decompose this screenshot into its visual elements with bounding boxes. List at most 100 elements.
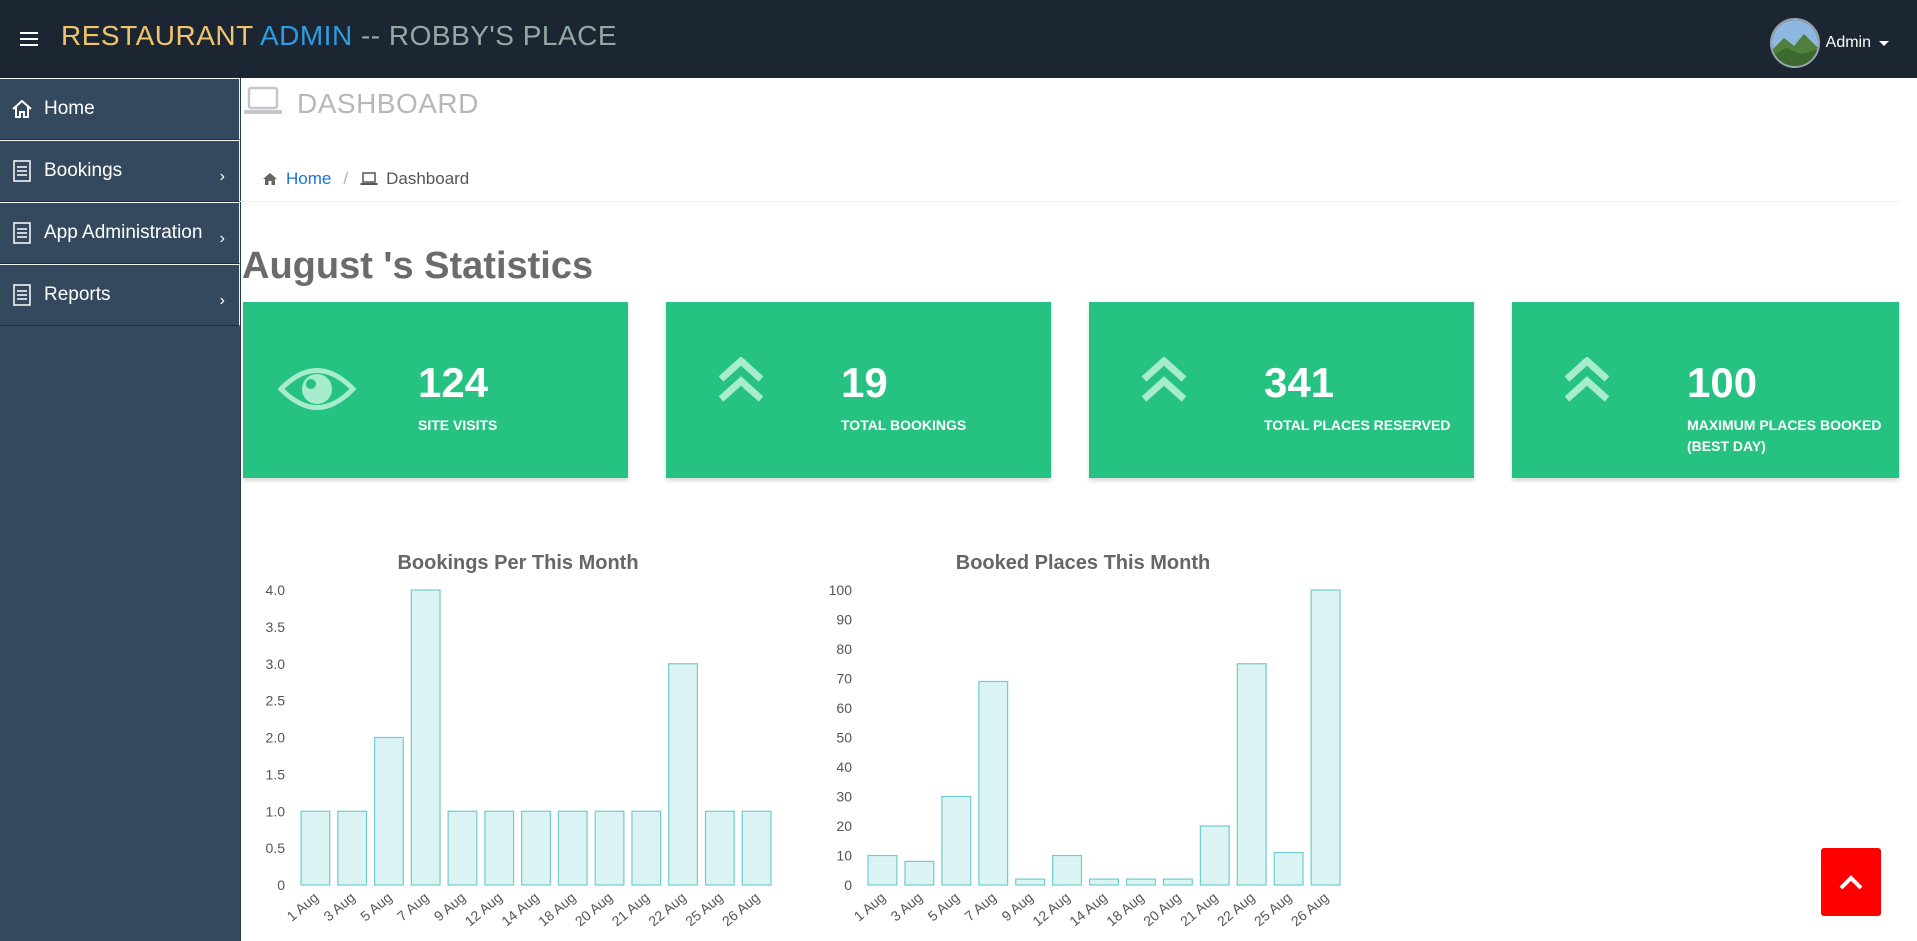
x-tick-label: 20 Aug [572, 889, 616, 929]
sidebar-item-label: App Administration [44, 222, 203, 243]
chart-bar[interactable] [300, 810, 331, 886]
y-tick-label: 0 [844, 877, 852, 893]
y-tick-label: 1.5 [266, 766, 286, 782]
x-tick-label: 26 Aug [719, 889, 763, 929]
breadcrumb-current: Dashboard [360, 169, 469, 189]
chart-bar[interactable] [1236, 663, 1267, 886]
sidebar-item-bookings[interactable]: Bookings › [0, 140, 240, 202]
sidebar-item-label: Home [44, 98, 95, 119]
double-chevron-up-icon [1141, 356, 1187, 408]
list-icon [10, 283, 34, 307]
x-tick-label: 20 Aug [1140, 889, 1184, 929]
chart-bar[interactable] [631, 810, 662, 886]
chart-bar[interactable] [410, 589, 441, 886]
double-chevron-up-icon [1564, 356, 1610, 408]
chart-bar[interactable] [867, 854, 898, 886]
laptop-icon [360, 172, 378, 186]
y-tick-label: 3.5 [266, 619, 286, 635]
sidebar-item-home[interactable]: Home [0, 78, 240, 140]
chart-bar[interactable] [904, 860, 935, 886]
chart-bar[interactable] [1310, 589, 1341, 886]
stat-card-total-bookings: 19 TOTAL BOOKINGS [666, 302, 1051, 478]
top-navbar: RESTAURANT ADMIN -- ROBBY'S PLACE Admin [0, 0, 1917, 78]
chart-bar[interactable] [978, 680, 1009, 886]
y-tick-label: 100 [829, 582, 853, 598]
chevron-right-icon: › [219, 292, 225, 309]
x-tick-label: 1 Aug [284, 889, 322, 924]
stat-card-max-places: 100 MAXIMUM PLACES BOOKED (BEST DAY) [1512, 302, 1899, 478]
y-tick-label: 60 [836, 700, 852, 716]
x-tick-label: 14 Aug [498, 889, 542, 929]
y-tick-label: 0.5 [266, 840, 286, 856]
chevron-right-icon: › [219, 230, 225, 247]
eye-icon [277, 362, 357, 421]
chart-title: Booked Places This Month [956, 552, 1210, 574]
chart-bar[interactable] [1015, 878, 1046, 886]
breadcrumb-current-label: Dashboard [386, 169, 470, 188]
chart-bar[interactable] [594, 810, 625, 886]
chevron-down-icon [1879, 40, 1889, 46]
y-tick-label: 4.0 [266, 582, 286, 598]
stat-value: 124 [418, 359, 489, 406]
chart-title: Bookings Per This Month [397, 552, 638, 574]
x-tick-label: 12 Aug [1029, 889, 1073, 929]
bookings-chart: Bookings Per This Month 0 0.5 1.0 1.5 2.0 2.5 3… [266, 552, 772, 929]
chart-bar[interactable] [704, 810, 735, 886]
brand-part-restaurant: RESTAURANT [61, 20, 254, 51]
sidebar-item-reports[interactable]: Reports › [0, 264, 240, 326]
y-tick-label: 3.0 [266, 656, 286, 672]
chart-bar[interactable] [1162, 878, 1193, 886]
brand-title[interactable]: RESTAURANT ADMIN -- ROBBY'S PLACE [61, 20, 617, 52]
stat-label: TOTAL BOOKINGS [841, 417, 967, 433]
y-tick-label: 80 [836, 641, 852, 657]
x-tick-label: 21 Aug [1177, 889, 1221, 929]
avatar [1769, 18, 1820, 68]
sidebar-item-app-administration[interactable]: App Administration › [0, 202, 240, 264]
chart-bar[interactable] [741, 810, 772, 886]
stat-card-site-visits: 124 SITE VISITS [243, 302, 628, 478]
sidebar-item-label: Reports [44, 284, 111, 305]
y-tick-label: 20 [836, 818, 852, 834]
breadcrumb-home[interactable]: Home [262, 169, 331, 189]
breadcrumb-home-label: Home [286, 169, 332, 188]
y-tick-label: 30 [836, 789, 852, 805]
chart-bar[interactable] [1089, 878, 1120, 886]
x-tick-label: 7 Aug [961, 889, 999, 924]
x-tick-label: 5 Aug [925, 889, 963, 924]
chart-bar[interactable] [941, 795, 972, 886]
chart-bar[interactable] [484, 810, 515, 886]
x-tick-label: 25 Aug [1251, 889, 1295, 929]
x-tick-label: 18 Aug [1103, 889, 1147, 929]
chart-bar[interactable] [557, 810, 588, 886]
stat-value: 341 [1264, 359, 1335, 406]
chart-bar[interactable] [337, 810, 368, 886]
chart-bar[interactable] [1052, 854, 1083, 886]
chart-bar[interactable] [1199, 825, 1230, 886]
y-tick-label: 90 [836, 612, 852, 628]
chart-bar[interactable] [447, 810, 478, 886]
laptop-icon [243, 86, 283, 121]
double-chevron-up-icon [718, 356, 764, 408]
chart-bar[interactable] [1273, 851, 1304, 886]
chart-bar[interactable] [373, 736, 404, 886]
y-tick-label: 70 [836, 671, 852, 687]
x-tick-label: 22 Aug [645, 889, 689, 929]
chart-bar[interactable] [521, 810, 551, 886]
x-tick-label: 25 Aug [682, 889, 726, 929]
chart-bar[interactable] [1125, 878, 1156, 886]
chart-bar[interactable] [668, 663, 699, 886]
home-icon [10, 97, 34, 121]
sidebar: Home Bookings › App Administration › Rep… [0, 78, 241, 941]
user-menu[interactable]: Admin [1769, 18, 1889, 68]
scroll-to-top-button[interactable] [1821, 848, 1881, 916]
breadcrumb: Home / Dashboard [240, 157, 1900, 202]
x-tick-label: 7 Aug [394, 889, 432, 924]
chevron-right-icon: › [219, 168, 225, 185]
y-tick-label: 2.5 [266, 693, 286, 709]
sidebar-item-label: Bookings [44, 160, 123, 181]
breadcrumb-separator: / [343, 169, 349, 188]
chevron-up-icon [1839, 875, 1863, 890]
menu-toggle-icon[interactable] [20, 32, 38, 46]
stat-card-total-places: 341 TOTAL PLACES RESERVED [1089, 302, 1474, 478]
page-title-text: DASHBOARD [297, 87, 479, 119]
